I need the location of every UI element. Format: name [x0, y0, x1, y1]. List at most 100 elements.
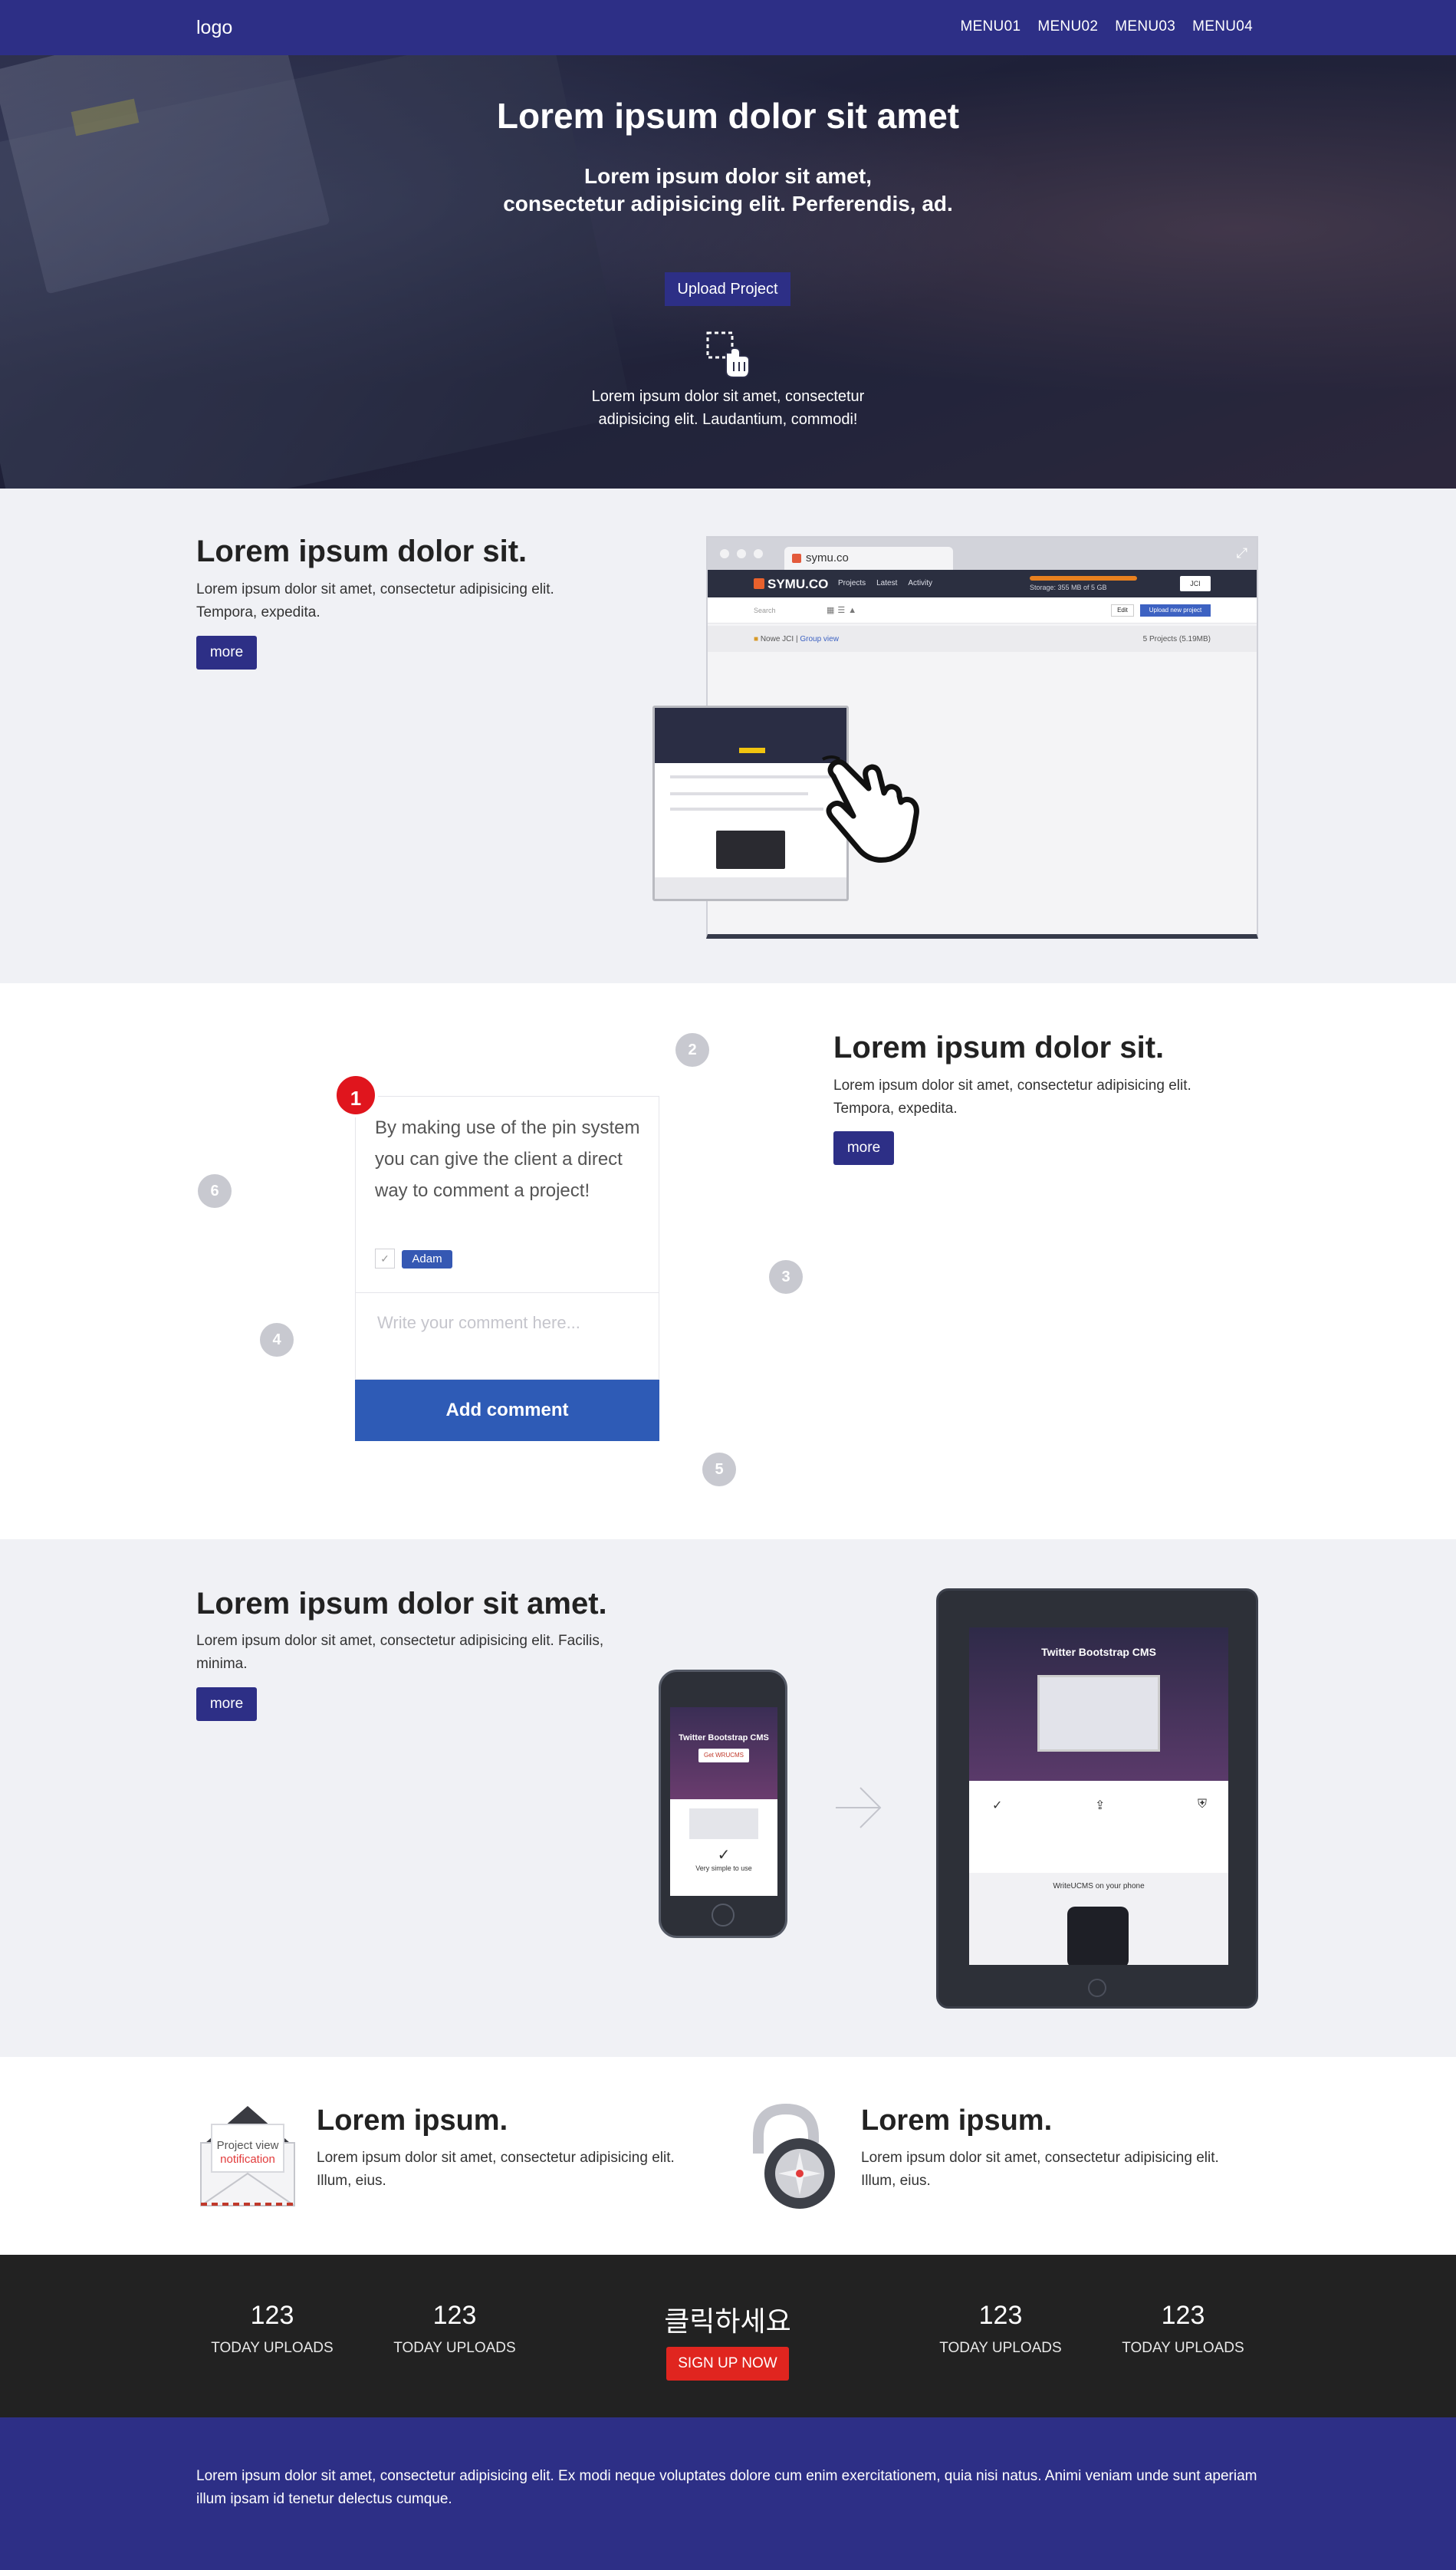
section-3-desc-line-1: Lorem ipsum dolor sit amet, consectetur …: [196, 1633, 604, 1649]
hero-banner: Lorem ipsum dolor sit amet Lorem ipsum d…: [0, 55, 1456, 489]
comment-text: By making use of the pin system you can …: [375, 1117, 640, 1201]
app-brand-name: SYMU.CO: [767, 577, 829, 591]
pointing-hand-icon: [822, 755, 919, 863]
check-icon: ✓: [992, 1799, 1003, 1812]
stats-bar: 123 TODAY UPLOADS 123 TODAY UPLOADS 클릭하세…: [0, 2255, 1456, 2417]
phone-screen-devices: [689, 1808, 758, 1839]
stat-label: TODAY UPLOADS: [939, 2340, 1062, 2356]
comment-input[interactable]: Write your comment here...: [377, 1313, 580, 1333]
footer: Lorem ipsum dolor sit amet, consectetur …: [0, 2417, 1456, 2570]
section-2-title: Lorem ipsum dolor sit.: [833, 1031, 1165, 1065]
tablet-screen-title: Twitter Bootstrap CMS: [1041, 1646, 1156, 1658]
top-navbar: logo MENU01 MENU02 MENU03 MENU04: [0, 0, 1456, 55]
app-nav-latest: Latest: [876, 579, 898, 587]
user-badge: JCI: [1180, 576, 1211, 591]
add-comment-button[interactable]: Add comment: [355, 1380, 659, 1441]
feature-1-title: Lorem ipsum.: [317, 2104, 508, 2137]
feature-1-desc-line-2: Illum, eius.: [317, 2173, 386, 2189]
section-2-desc-line-2: Tempora, expedita.: [833, 1101, 958, 1117]
card-divider: [356, 1292, 659, 1293]
phone-screen-button: Get WRUCMS: [698, 1749, 749, 1762]
section-3-more-button[interactable]: more: [196, 1687, 257, 1721]
thumbnail-row: [670, 808, 823, 811]
drag-hint-line-2: adipisicing elit. Laudantium, commodi!: [598, 411, 858, 428]
sign-up-button[interactable]: SIGN UP NOW: [666, 2347, 789, 2381]
envelope-text-1: Project view: [217, 2139, 279, 2152]
window-dot-icon: [737, 549, 746, 558]
upload-icon: ⇪: [1094, 1799, 1106, 1812]
feature-2-desc: Lorem ipsum dolor sit amet, consectetur …: [861, 2147, 1219, 2193]
pin-marker-2[interactable]: 2: [675, 1033, 709, 1067]
app-upload-new-project-button: Upload new project: [1140, 604, 1211, 617]
stat-number: 123: [250, 2301, 294, 2330]
section-1-desc-line-2: Tempora, expedita.: [196, 604, 320, 620]
menu-item-02[interactable]: MENU02: [1037, 18, 1098, 35]
app-brand: SYMU.CO: [754, 577, 828, 592]
stat-item: 123 TODAY UPLOADS: [188, 2301, 357, 2357]
stat-label: TODAY UPLOADS: [1122, 2340, 1244, 2356]
menu-item-03[interactable]: MENU03: [1115, 18, 1175, 35]
pin-marker-6[interactable]: 6: [198, 1174, 232, 1208]
shield-icon: ⛨: [1197, 1798, 1207, 1811]
pin-marker-3[interactable]: 3: [769, 1260, 803, 1294]
pin-marker-4[interactable]: 4: [260, 1323, 294, 1357]
feature-section-pins: By making use of the pin system you can …: [0, 983, 1456, 1539]
comment-author-tag: Adam: [402, 1250, 452, 1269]
thumbnail-row: [670, 775, 831, 778]
section-3-title: Lorem ipsum dolor sit amet.: [196, 1587, 607, 1621]
folder-icon: ■: [754, 635, 759, 643]
browser-titlebar: symu.co ⤢: [708, 538, 1257, 570]
arrow-right-icon: [836, 1787, 882, 1828]
browser-tab-title: symu.co: [806, 551, 849, 564]
stat-item: 123 TODAY UPLOADS: [916, 2301, 1085, 2357]
tablet-mockup: Twitter Bootstrap CMS ✓ ⇪ ⛨ WriteUCMS on y…: [936, 1588, 1258, 2009]
feature-2-desc-line-2: Illum, eius.: [861, 2173, 931, 2189]
crumb-view: Group view: [800, 635, 839, 643]
app-nav-activity: Activity: [908, 579, 933, 587]
section-2-more-button[interactable]: more: [833, 1131, 894, 1165]
upload-project-button[interactable]: Upload Project: [665, 272, 790, 306]
main-menu: MENU01 MENU02 MENU03 MENU04: [960, 18, 1253, 35]
phone-screen-caption: Very simple to use: [695, 1864, 752, 1872]
footer-text: Lorem ipsum dolor sit amet, consectetur …: [196, 2468, 1257, 2507]
cta-korean-text: 클릭하세요: [664, 2306, 791, 2338]
tablet-feature-icons: ✓ ⇪ ⛨: [992, 1798, 1207, 1813]
project-count: 5 Projects (5.19MB): [1142, 635, 1211, 643]
section-2-desc: Lorem ipsum dolor sit amet, consectetur …: [833, 1074, 1191, 1120]
drag-hint-line-1: Lorem ipsum dolor sit amet, consectetur: [591, 388, 865, 405]
drag-drop-icon[interactable]: [703, 330, 754, 380]
tablet-home-button: [1088, 1979, 1106, 1997]
app-toolbar: Search ▦☰▲ Edit Upload new project: [708, 597, 1257, 624]
section-1-desc: Lorem ipsum dolor sit amet, consectetur …: [196, 578, 554, 624]
view-toggle-icon: ▦☰▲: [827, 606, 860, 615]
hero-title: Lorem ipsum dolor sit amet: [496, 96, 960, 136]
pin-marker-5[interactable]: 5: [702, 1453, 736, 1486]
resolve-checkbox[interactable]: ✓: [375, 1249, 395, 1269]
stat-label: TODAY UPLOADS: [393, 2340, 516, 2356]
menu-item-04[interactable]: MENU04: [1192, 18, 1253, 35]
section-1-title: Lorem ipsum dolor sit.: [196, 535, 528, 568]
drag-drop-hint: Lorem ipsum dolor sit amet, consectetur …: [0, 385, 1456, 431]
storage-bar: [1030, 576, 1137, 581]
expand-icon: ⤢: [1236, 545, 1247, 561]
menu-item-01[interactable]: MENU01: [960, 18, 1021, 35]
check-icon: ✓: [717, 1847, 731, 1864]
pin-marker-1[interactable]: 1: [334, 1073, 378, 1117]
thumbnail-footer: [655, 877, 846, 899]
stat-label: TODAY UPLOADS: [211, 2340, 334, 2356]
feature-section-responsive: Lorem ipsum dolor sit amet. Lorem ipsum …: [0, 1539, 1456, 2057]
feature-highlights: Project view notification Lorem ipsum. L…: [0, 2057, 1456, 2255]
feature-1-desc-line-1: Lorem ipsum dolor sit amet, consectetur …: [317, 2150, 675, 2166]
brand-icon: [754, 578, 764, 589]
section-1-more-button[interactable]: more: [196, 636, 257, 670]
stat-number: 123: [1161, 2301, 1205, 2330]
browser-tab: symu.co: [784, 547, 953, 570]
phone-screen-title: Twitter Bootstrap CMS: [679, 1733, 769, 1742]
storage-text: Storage: 355 MB of 5 GB: [1030, 584, 1107, 591]
app-breadcrumb: ■ Nowe JCI | Group view: [754, 635, 839, 643]
stat-item: 123 TODAY UPLOADS: [1099, 2301, 1267, 2357]
section-2-desc-line-1: Lorem ipsum dolor sit amet, consectetur …: [833, 1078, 1191, 1094]
stat-number: 123: [432, 2301, 477, 2330]
logo[interactable]: logo: [196, 17, 232, 39]
comment-card: By making use of the pin system you can …: [355, 1096, 659, 1380]
